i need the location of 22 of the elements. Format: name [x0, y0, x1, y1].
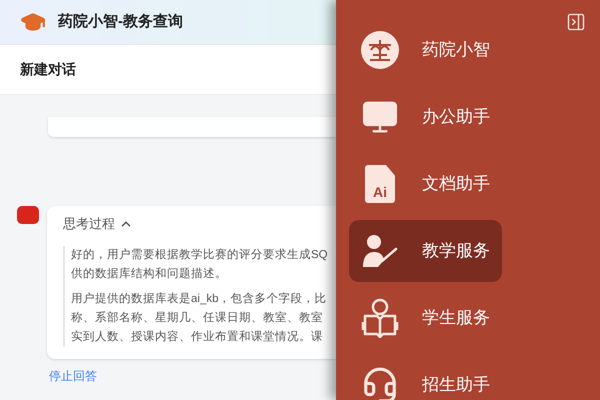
drawer-item[interactable]: 办公助手 [349, 86, 502, 148]
thinking-text-line: 供的数据库结构和问题描述。 [71, 266, 227, 282]
drawer-item[interactable]: Ai 文档助手 [349, 153, 502, 215]
stop-answer-link[interactable]: 停止回答 [49, 366, 97, 384]
collapse-panel-icon[interactable] [566, 12, 586, 32]
drawer-item[interactable]: 教学服务 [349, 220, 502, 282]
file-icon: Ai [365, 165, 395, 203]
thinking-text-line: 实到人数、授课内容、作业布置和课堂情况。课 [71, 329, 323, 344]
thinking-text-line: 用户提供的数据库表是ai_kb，包含多个字段，比 [71, 291, 326, 306]
conversation-title: 新建对话 [20, 60, 76, 79]
drawer-item[interactable]: 学生服务 [349, 287, 502, 349]
thinking-text-line: 称、系部名称、星期几、任课日期、教室、教室 [71, 310, 323, 326]
thinking-text-line: 好的，用户需要根据教学比赛的评分要求生成SQ [71, 247, 328, 262]
drawer-item[interactable]: 药院小智 [349, 19, 502, 81]
app-title: 药院小智-教务查询 [58, 12, 183, 32]
thinking-toggle[interactable]: 思考过程 [63, 214, 133, 234]
assistant-avatar [17, 206, 39, 224]
person-reading-icon [361, 298, 399, 338]
drawer-item[interactable]: 招生助手 [349, 354, 502, 400]
emblem-icon [361, 31, 399, 69]
teacher-pointing-icon [362, 234, 398, 268]
headset-icon [361, 366, 399, 400]
